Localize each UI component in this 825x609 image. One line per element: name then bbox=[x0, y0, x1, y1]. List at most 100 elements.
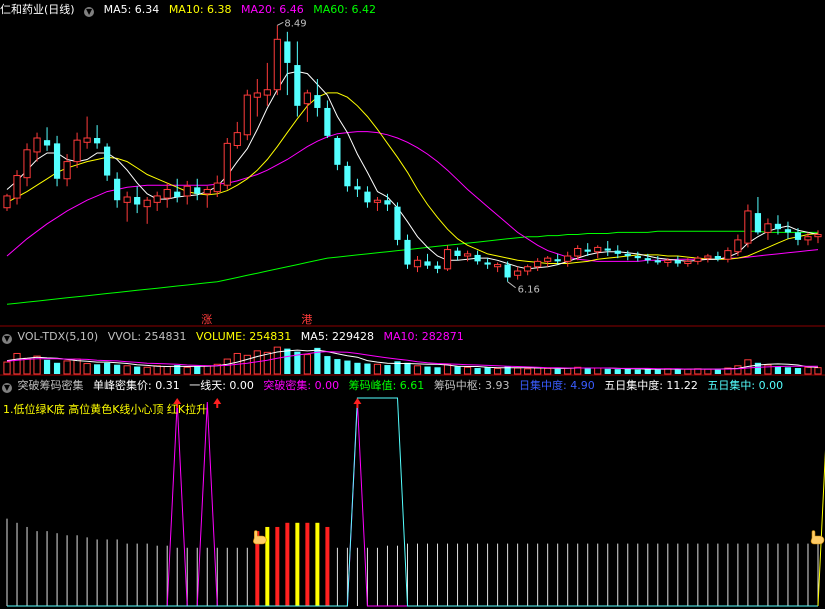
candle-body bbox=[233, 132, 241, 147]
volume-bar bbox=[273, 346, 281, 375]
candle-body bbox=[344, 165, 351, 187]
candle-body bbox=[524, 266, 532, 272]
candle-body bbox=[724, 250, 732, 260]
volume-bar bbox=[644, 369, 651, 374]
candle-body bbox=[534, 260, 542, 268]
volume-bar bbox=[594, 367, 602, 375]
ma5-line bbox=[6, 70, 819, 270]
volume-bar bbox=[654, 369, 661, 374]
candle-body bbox=[754, 213, 762, 233]
candle-body bbox=[424, 261, 431, 266]
volume-bar bbox=[804, 366, 812, 375]
candle-body bbox=[273, 38, 281, 91]
candle-body bbox=[3, 195, 11, 209]
volume-bar bbox=[514, 367, 522, 375]
ma10-label: MA10: 6.38 bbox=[168, 3, 232, 16]
volume-bar bbox=[674, 369, 681, 374]
candle-body bbox=[664, 259, 672, 263]
volume-bar bbox=[554, 368, 561, 374]
indicator-note: 1.低位绿K底 高位黄色K线小心顶 红K拉升 bbox=[3, 403, 208, 416]
candle-body bbox=[814, 234, 822, 238]
settings-circle-icon[interactable]: ▼ bbox=[2, 334, 12, 344]
candle-body bbox=[644, 258, 651, 261]
up-arrow-icon bbox=[213, 398, 222, 404]
candle-body bbox=[744, 210, 752, 244]
candle-body bbox=[314, 95, 321, 108]
volume-bar bbox=[123, 365, 131, 375]
vol-ma5-label: MA5: 229428 bbox=[300, 330, 375, 343]
candle-body bbox=[594, 246, 602, 253]
hand-pointer-icon bbox=[253, 530, 267, 545]
volume-bar bbox=[324, 356, 331, 374]
volume-bar bbox=[134, 366, 141, 374]
candle-body bbox=[443, 249, 452, 270]
candle-body bbox=[784, 229, 792, 233]
candle-body bbox=[554, 259, 561, 262]
vvol-label: VVOL: 254831 bbox=[107, 330, 187, 343]
volume-bar bbox=[734, 365, 742, 375]
volume-bar bbox=[614, 369, 621, 374]
candle-body bbox=[13, 175, 21, 199]
indicator-highlight-bar bbox=[275, 526, 280, 606]
candle-body bbox=[714, 256, 721, 260]
volume-bar bbox=[584, 368, 591, 374]
candle-body bbox=[624, 253, 631, 256]
ma5-label: MA5: 6.34 bbox=[103, 3, 160, 16]
candle-body bbox=[634, 256, 641, 259]
candle-body bbox=[493, 264, 502, 268]
candle-body bbox=[253, 92, 261, 98]
volume-bar bbox=[784, 367, 792, 374]
ma60-line bbox=[6, 230, 818, 305]
candle-body bbox=[604, 248, 611, 251]
candle-body bbox=[43, 140, 51, 146]
indicator-item: 筹码中枢: 3.93 bbox=[433, 379, 510, 392]
volume-bar bbox=[203, 365, 211, 375]
candle-body bbox=[574, 247, 582, 257]
event-mark: 港 bbox=[301, 313, 312, 326]
candle-body bbox=[123, 196, 131, 203]
volume-bar bbox=[384, 365, 391, 374]
ma10-line bbox=[6, 92, 819, 264]
indicator-highlight-bar bbox=[305, 522, 310, 606]
up-arrow-icon bbox=[353, 398, 362, 404]
volume-bar bbox=[303, 354, 311, 375]
candle-body bbox=[114, 178, 121, 201]
event-mark: 涨 bbox=[201, 313, 212, 326]
chart-canvas[interactable]: 8.49 6.16 涨 港 bbox=[0, 0, 825, 609]
indicator-highlight-bar bbox=[315, 522, 320, 606]
volume-bar bbox=[634, 369, 641, 374]
ma20-line bbox=[6, 131, 819, 262]
candle-body bbox=[454, 250, 461, 256]
volume-bar bbox=[104, 362, 111, 374]
candle-body bbox=[153, 195, 161, 203]
candle-body bbox=[334, 138, 341, 165]
candle-body bbox=[384, 200, 391, 205]
candle-body bbox=[514, 270, 522, 276]
volume-panel-header: ▼ VOL-TDX(5,10) VVOL: 254831 VOLUME: 254… bbox=[0, 329, 470, 344]
volume-bar bbox=[493, 367, 502, 375]
volume-bar bbox=[263, 351, 271, 375]
settings-circle-icon[interactable]: ▼ bbox=[2, 383, 12, 393]
candle-body bbox=[413, 259, 422, 268]
stock-title: 仁和药业(日线) bbox=[0, 3, 75, 16]
candle-body bbox=[63, 161, 71, 180]
volume-bar bbox=[424, 366, 431, 374]
volume-bar bbox=[704, 368, 712, 375]
volume-bar bbox=[183, 366, 191, 375]
candle-body bbox=[194, 187, 201, 194]
volume-bar bbox=[23, 357, 31, 375]
candle-body bbox=[404, 239, 411, 265]
settings-circle-icon[interactable]: ▼ bbox=[84, 7, 95, 17]
volume-bar bbox=[524, 368, 532, 375]
indicator-item: 一线天: 0.00 bbox=[189, 379, 254, 392]
volume-bar bbox=[714, 369, 721, 374]
vol-ma10-label: MA10: 282871 bbox=[383, 330, 464, 343]
candle-body bbox=[504, 264, 511, 278]
volume-bar bbox=[3, 361, 11, 375]
volume-bar bbox=[63, 360, 71, 375]
candle-body bbox=[303, 92, 311, 105]
volume-bar bbox=[143, 366, 151, 375]
volume-bar bbox=[114, 364, 121, 374]
candle-body bbox=[324, 107, 331, 136]
breakout-spike-line bbox=[7, 401, 818, 607]
